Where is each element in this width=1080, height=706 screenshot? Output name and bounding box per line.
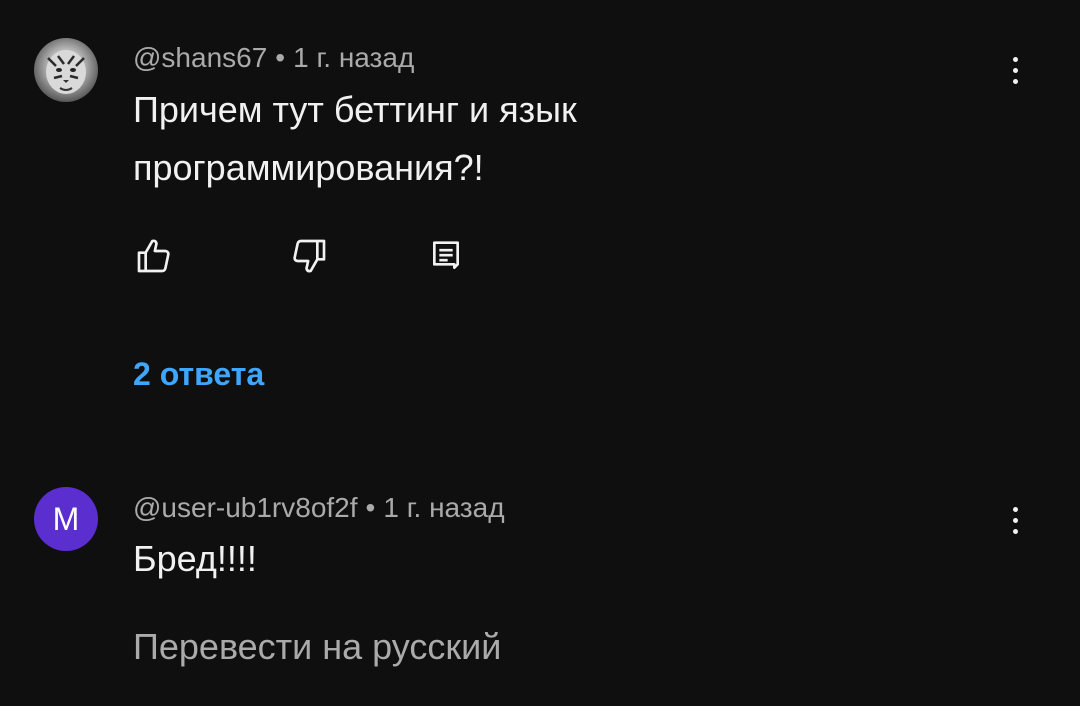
more-vert-icon-dot [1012, 67, 1018, 73]
comment-text-line: программирования?! [133, 147, 484, 188]
author-handle[interactable]: @user-ub1rv8of2f [133, 492, 358, 523]
more-vert-icon [1012, 56, 1018, 62]
dislike-button[interactable] [287, 234, 331, 278]
author-handle[interactable]: @shans67 [133, 42, 267, 73]
meta-separator: • [275, 42, 286, 73]
comment-timestamp[interactable]: 1 г. назад [293, 42, 414, 73]
more-vert-icon-dot [1012, 78, 1018, 84]
view-replies-link[interactable]: 2 ответа [133, 356, 264, 393]
comment-timestamp[interactable]: 1 г. назад [383, 492, 504, 523]
comment-meta: @shans67 • 1 г. назад [133, 42, 414, 74]
comment-meta: @user-ub1rv8of2f • 1 г. назад [133, 492, 505, 524]
more-vert-icon-dot [1012, 517, 1018, 523]
avatar[interactable] [34, 38, 98, 102]
comment-text-line: Причем тут беттинг и язык [133, 89, 577, 130]
meta-separator: • [365, 492, 376, 523]
avatar[interactable]: М [34, 487, 98, 551]
comment-text: Бред!!!! [133, 530, 257, 588]
more-options-button[interactable] [1000, 48, 1030, 92]
more-vert-icon [1012, 506, 1018, 512]
thumbs-up-icon [137, 239, 170, 273]
comment-text: Причем тут беттинг и язык программирован… [133, 81, 577, 197]
tiger-avatar-image [46, 50, 86, 94]
translate-button[interactable]: Перевести на русский [133, 626, 501, 668]
more-options-button[interactable] [1000, 498, 1030, 542]
like-button[interactable] [132, 234, 176, 278]
more-vert-icon-dot [1012, 528, 1018, 534]
comment-text-line: Бред!!!! [133, 538, 257, 579]
comment-1: @shans67 • 1 г. назад Причем тут беттинг и… [0, 0, 1080, 440]
thumbs-down-icon [293, 239, 326, 273]
reply-button[interactable] [424, 234, 468, 278]
comment-icon [433, 241, 459, 269]
